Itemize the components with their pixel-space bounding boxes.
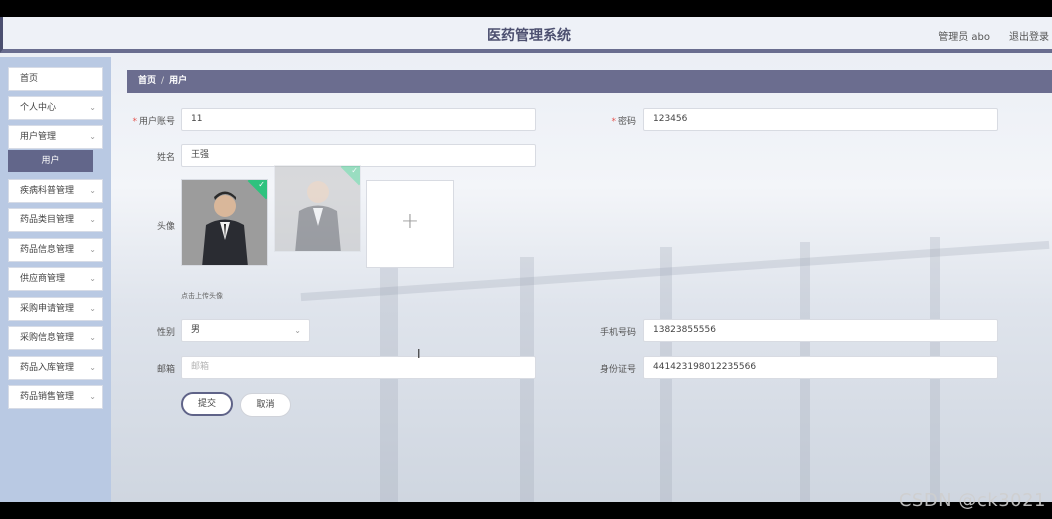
app-screen: 医药管理系统 管理员 abo 退出登录 首页 个人中心 ⌄ 用户管理 ⌄ 用户 …	[0, 17, 1052, 502]
account-input[interactable]: 11	[181, 108, 536, 131]
check-icon: ✓	[258, 180, 265, 189]
email-label: 邮箱	[156, 365, 175, 375]
chevron-down-icon: ⌄	[89, 333, 96, 342]
gender-label: 性别	[156, 328, 175, 338]
avatar-drag-ghost: ✓	[274, 165, 361, 252]
chevron-down-icon: ⌄	[89, 392, 96, 401]
avatar-photo-ghost	[275, 166, 360, 251]
gender-select[interactable]: 男 ⌄	[181, 319, 310, 342]
avatar-photo	[182, 180, 267, 265]
sidebar-menu: 首页 个人中心 ⌄ 用户管理 ⌄ 用户 疾病科普管理 ⌄ 药品类目管理 ⌄ 药品…	[0, 57, 111, 502]
sidebar-item-disease-management[interactable]: 疾病科普管理 ⌄	[8, 179, 103, 203]
breadcrumb-home[interactable]: 首页	[138, 76, 156, 86]
gender-selected-value: 男	[191, 325, 201, 335]
breadcrumb-current: 用户	[169, 76, 188, 86]
sidebar-item-drug-category[interactable]: 药品类目管理 ⌄	[8, 208, 103, 232]
chevron-down-icon: ⌄	[89, 363, 96, 372]
sidebar-item-label: 个人中心	[20, 103, 57, 113]
avatar-thumbnail[interactable]: ✓	[181, 179, 268, 266]
required-marker: *	[611, 117, 616, 127]
sidebar-item-label: 药品入库管理	[20, 363, 75, 373]
check-icon: ✓	[351, 166, 358, 175]
logout-link[interactable]: 退出登录	[1009, 28, 1049, 43]
sidebar-item-user-management[interactable]: 用户管理 ⌄	[8, 125, 103, 149]
name-input[interactable]: 王强	[181, 144, 536, 167]
cancel-button[interactable]: 取消	[240, 393, 291, 417]
sidebar-item-home[interactable]: 首页	[8, 67, 103, 91]
upload-hint: 点击上传头像	[181, 292, 223, 300]
chevron-down-icon: ⌄	[89, 186, 96, 195]
idcard-label: 身份证号	[599, 365, 636, 375]
sidebar-item-personal-center[interactable]: 个人中心 ⌄	[8, 96, 103, 120]
breadcrumb: 首页 / 用户	[127, 70, 1052, 93]
sidebar-item-label: 疾病科普管理	[20, 186, 75, 196]
chevron-down-icon: ⌄	[89, 215, 96, 224]
chevron-down-icon: ⌄	[89, 304, 96, 313]
password-input[interactable]: 123456	[643, 108, 998, 131]
plus-icon: +	[400, 209, 420, 234]
required-marker: *	[132, 117, 137, 127]
chevron-down-icon: ⌄	[89, 245, 96, 254]
phone-input[interactable]: 13823855556	[643, 319, 998, 342]
sidebar-item-label: 药品类目管理	[20, 215, 75, 225]
idcard-input[interactable]: 441423198012235566	[643, 356, 998, 379]
top-navbar: 医药管理系统 管理员 abo 退出登录	[0, 17, 1052, 53]
sidebar-item-drug-stock-in[interactable]: 药品入库管理 ⌄	[8, 356, 103, 380]
chevron-down-icon: ⌄	[89, 103, 96, 112]
sidebar-item-label: 采购申请管理	[20, 304, 75, 314]
chevron-down-icon: ⌄	[294, 326, 301, 335]
sidebar-item-label: 供应商管理	[20, 274, 66, 284]
sidebar-item-drug-info[interactable]: 药品信息管理 ⌄	[8, 238, 103, 262]
account-label: * 用户账号	[132, 117, 175, 127]
text-cursor-icon: I	[417, 347, 421, 361]
phone-label: 手机号码	[599, 328, 636, 338]
breadcrumb-separator: /	[161, 76, 165, 86]
sidebar-item-label: 采购信息管理	[20, 333, 75, 343]
avatar-label: 头像	[156, 222, 175, 232]
chevron-down-icon: ⌄	[89, 274, 96, 283]
app-title: 医药管理系统	[487, 28, 571, 44]
sidebar-item-purchase-info[interactable]: 采购信息管理 ⌄	[8, 326, 103, 350]
password-label: * 密码	[611, 117, 636, 127]
sidebar-item-label: 药品销售管理	[20, 392, 75, 402]
watermark: CSDN @ck3021	[898, 490, 1046, 511]
sidebar-item-supplier[interactable]: 供应商管理 ⌄	[8, 267, 103, 291]
sidebar-item-drug-sales[interactable]: 药品销售管理 ⌄	[8, 385, 103, 409]
sidebar-item-label: 药品信息管理	[20, 245, 75, 255]
chevron-down-icon: ⌄	[89, 132, 96, 141]
name-label: 姓名	[156, 153, 175, 163]
sidebar-item-label: 首页	[20, 74, 39, 84]
email-input[interactable]: 邮箱	[181, 356, 536, 379]
sidebar-item-purchase-request[interactable]: 采购申请管理 ⌄	[8, 297, 103, 321]
sidebar-item-label: 用户管理	[20, 132, 57, 142]
current-user-label: 管理员 abo	[938, 32, 990, 43]
sidebar-subitem-user[interactable]: 用户	[8, 150, 93, 172]
avatar-upload-button[interactable]: +	[366, 180, 454, 268]
submit-button[interactable]: 提交	[181, 392, 233, 416]
